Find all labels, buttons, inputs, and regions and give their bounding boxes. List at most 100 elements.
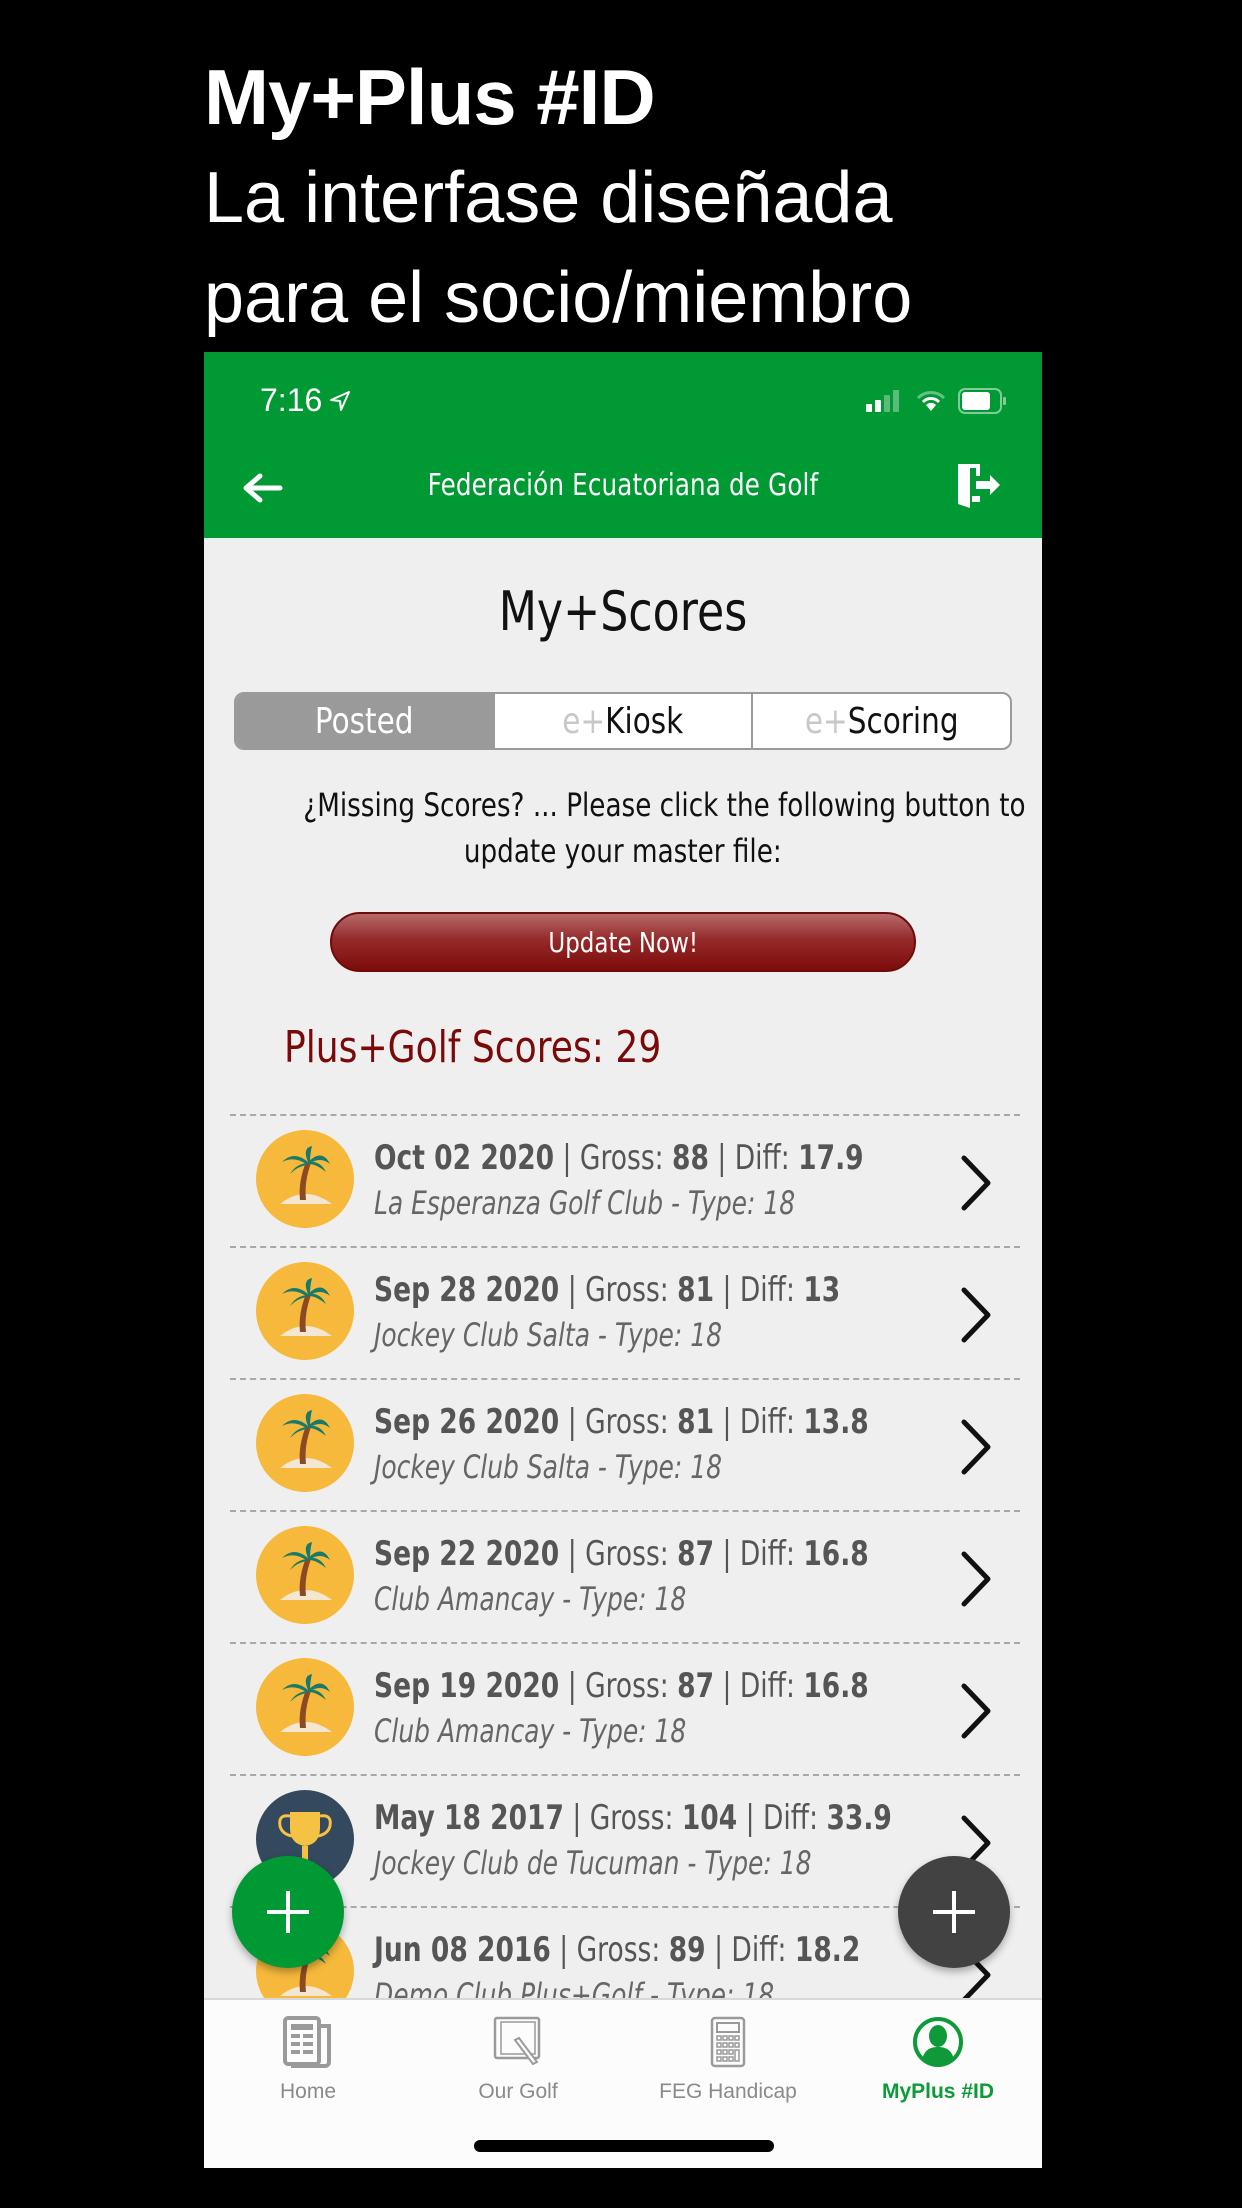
diff-value: 16.8 [803,1534,869,1574]
score-course: Jockey Club Salta - Type: 18 [374,1316,723,1354]
newspaper-icon [283,2016,331,2068]
header-title: Federación Ecuatoriana de Golf [427,468,819,503]
score-date: May 18 2017 [374,1798,564,1838]
score-summary: Oct 02 2020 | Gross: 88 | Diff: 17.9 [374,1138,864,1178]
battery-icon [958,388,1006,414]
status-time: 7:16 [260,382,323,418]
segment-ekiosk[interactable]: e+Kiosk [492,694,752,748]
chevron-right-icon[interactable] [956,1680,996,1742]
gross-label: Gross: [585,1534,669,1574]
diff-value: 18.2 [794,1930,861,1970]
tab-label: MyPlus #ID [881,2080,995,2103]
diff-value: 33.9 [826,1798,892,1838]
chevron-right-icon[interactable] [956,1416,996,1478]
arrow-left-icon[interactable] [240,468,284,508]
promo-title: My+Plus #ID [204,53,656,141]
score-avatar [256,1262,354,1360]
palm-island-icon [280,1542,332,1600]
score-summary: Jun 08 2016 | Gross: 89 | Diff: 18.2 [374,1930,861,1970]
tab-label: FEG Handicap [659,2080,797,2103]
score-date: Sep 22 2020 [374,1534,560,1574]
palm-island-icon [280,1674,332,1732]
chevron-right-icon[interactable] [956,1548,996,1610]
score-avatar [256,1130,354,1228]
score-date: Sep 26 2020 [374,1402,560,1442]
chevron-right-icon[interactable] [956,1152,996,1214]
gross-value: 81 [677,1402,715,1442]
diff-label: Diff: [739,1270,795,1310]
chevron-right-icon[interactable] [956,1284,996,1346]
score-avatar [256,1658,354,1756]
score-course: Club Amancay - Type: 18 [374,1580,687,1618]
add-action-fab[interactable] [898,1856,1010,1968]
score-date: Sep 28 2020 [374,1270,560,1310]
plus-icon [933,1891,975,1933]
palm-island-icon [280,1278,332,1336]
diff-label: Diff: [763,1798,819,1838]
page-title: My+Scores [498,580,748,643]
wifi-icon [916,391,946,411]
segment-prefix: e+ [562,700,606,742]
gross-label: Gross: [576,1930,661,1970]
gross-value: 89 [668,1930,706,1970]
score-summary: Sep 19 2020 | Gross: 87 | Diff: 16.8 [374,1666,869,1706]
gross-value: 81 [677,1270,715,1310]
segment-escoring[interactable]: e+Scoring [751,694,1010,748]
gross-label: Gross: [579,1138,664,1178]
logout-door-icon[interactable] [954,460,1002,510]
tab-myplus-id[interactable]: MyPlus #ID [838,2014,1038,2104]
score-list-item[interactable]: Oct 02 2020 | Gross: 88 | Diff: 17.9 La E… [230,1114,1020,1246]
score-course: Jockey Club de Tucuman - Type: 18 [374,1844,812,1882]
segment-posted[interactable]: Posted [236,694,493,748]
palm-island-icon [280,1146,332,1204]
gross-label: Gross: [585,1270,669,1310]
update-now-button[interactable]: Update Now! [330,912,916,972]
score-summary: Sep 22 2020 | Gross: 87 | Diff: 16.8 [374,1534,869,1574]
score-list-item[interactable]: May 18 2017 | Gross: 104 | Diff: 33.9 Joc… [230,1774,1020,1906]
segment-label: Posted [315,700,414,742]
diff-value: 13 [803,1270,841,1310]
score-summary: Sep 26 2020 | Gross: 81 | Diff: 13.8 [374,1402,869,1442]
score-list-item[interactable]: Sep 22 2020 | Gross: 87 | Diff: 16.8 Club… [230,1510,1020,1642]
status-time-group: 7:16 [260,382,352,419]
score-list-item[interactable]: Sep 19 2020 | Gross: 87 | Diff: 16.8 Club… [230,1642,1020,1774]
promo-subtitle-line2: para el socio/miembro [204,258,913,338]
home-indicator[interactable] [474,2140,774,2152]
scores-count: Plus+Golf Scores: 29 [284,1022,662,1073]
diff-label: Diff: [731,1930,787,1970]
user-profile-icon [913,2017,963,2067]
gross-label: Gross: [589,1798,674,1838]
diff-value: 17.9 [798,1138,864,1178]
diff-value: 16.8 [803,1666,869,1706]
tab-home[interactable]: Home [208,2014,408,2104]
scores-segmented-control: Posted e+Kiosk e+Scoring [234,692,1012,750]
tab-our-golf[interactable]: Our Golf [418,2014,618,2104]
score-summary: Sep 28 2020 | Gross: 81 | Diff: 13 [374,1270,841,1310]
palm-island-icon [280,1410,332,1468]
missing-scores-message: ¿Missing Scores? ... Please click the fo… [224,782,1026,874]
add-score-fab[interactable] [232,1856,344,1968]
score-date: Sep 19 2020 [374,1666,560,1706]
score-avatar [256,1394,354,1492]
bottom-tab-bar: Home Our Golf FEG Handicap MyPlus #ID [204,1998,1042,2168]
gross-value: 88 [672,1138,709,1178]
score-list-item[interactable]: Sep 26 2020 | Gross: 81 | Diff: 13.8 Jock… [230,1378,1020,1510]
score-course: Jockey Club Salta - Type: 18 [374,1448,723,1486]
status-icons [866,388,1008,414]
phone-screen: 7:16 Federación Ecuatoriana de Golf My+S… [204,352,1042,2168]
calculator-icon [710,2016,746,2068]
missing-line1: ¿Missing Scores? ... Please click the fo… [303,786,1026,824]
score-list-item[interactable]: Sep 28 2020 | Gross: 81 | Diff: 13 Jockey… [230,1246,1020,1378]
location-arrow-icon [330,390,351,411]
tab-feg-handicap[interactable]: FEG Handicap [628,2014,828,2104]
promo-subtitle-line1: La interfase diseñada [204,158,893,238]
tablet-pen-icon [493,2016,541,2066]
tab-label: Our Golf [478,2080,558,2103]
gross-label: Gross: [585,1402,669,1442]
score-date: Jun 08 2016 [374,1930,551,1970]
segment-label: Kiosk [605,700,684,742]
diff-label: Diff: [739,1666,795,1706]
app-header: 7:16 Federación Ecuatoriana de Golf [204,352,1042,538]
signal-icon [866,390,899,412]
promo-headline: My+Plus #ID La interfase diseñada para e… [204,52,912,348]
